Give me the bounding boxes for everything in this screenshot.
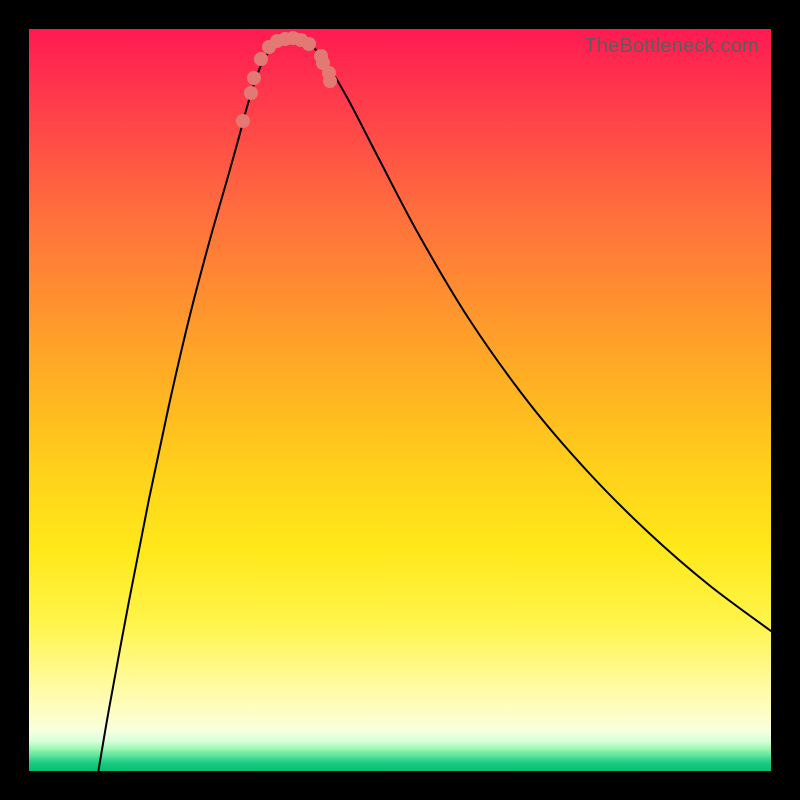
plot-area: TheBottleneck.com bbox=[29, 29, 771, 771]
curve-marker bbox=[247, 71, 261, 85]
chart-frame: TheBottleneck.com bbox=[0, 0, 800, 800]
curve-marker bbox=[236, 114, 250, 128]
bottleneck-curve bbox=[95, 37, 771, 791]
curve-layer bbox=[29, 29, 771, 771]
curve-marker bbox=[323, 74, 337, 88]
curve-marker bbox=[254, 52, 268, 66]
curve-marker bbox=[302, 37, 316, 51]
curve-marker bbox=[244, 86, 258, 100]
curve-markers bbox=[236, 31, 337, 128]
